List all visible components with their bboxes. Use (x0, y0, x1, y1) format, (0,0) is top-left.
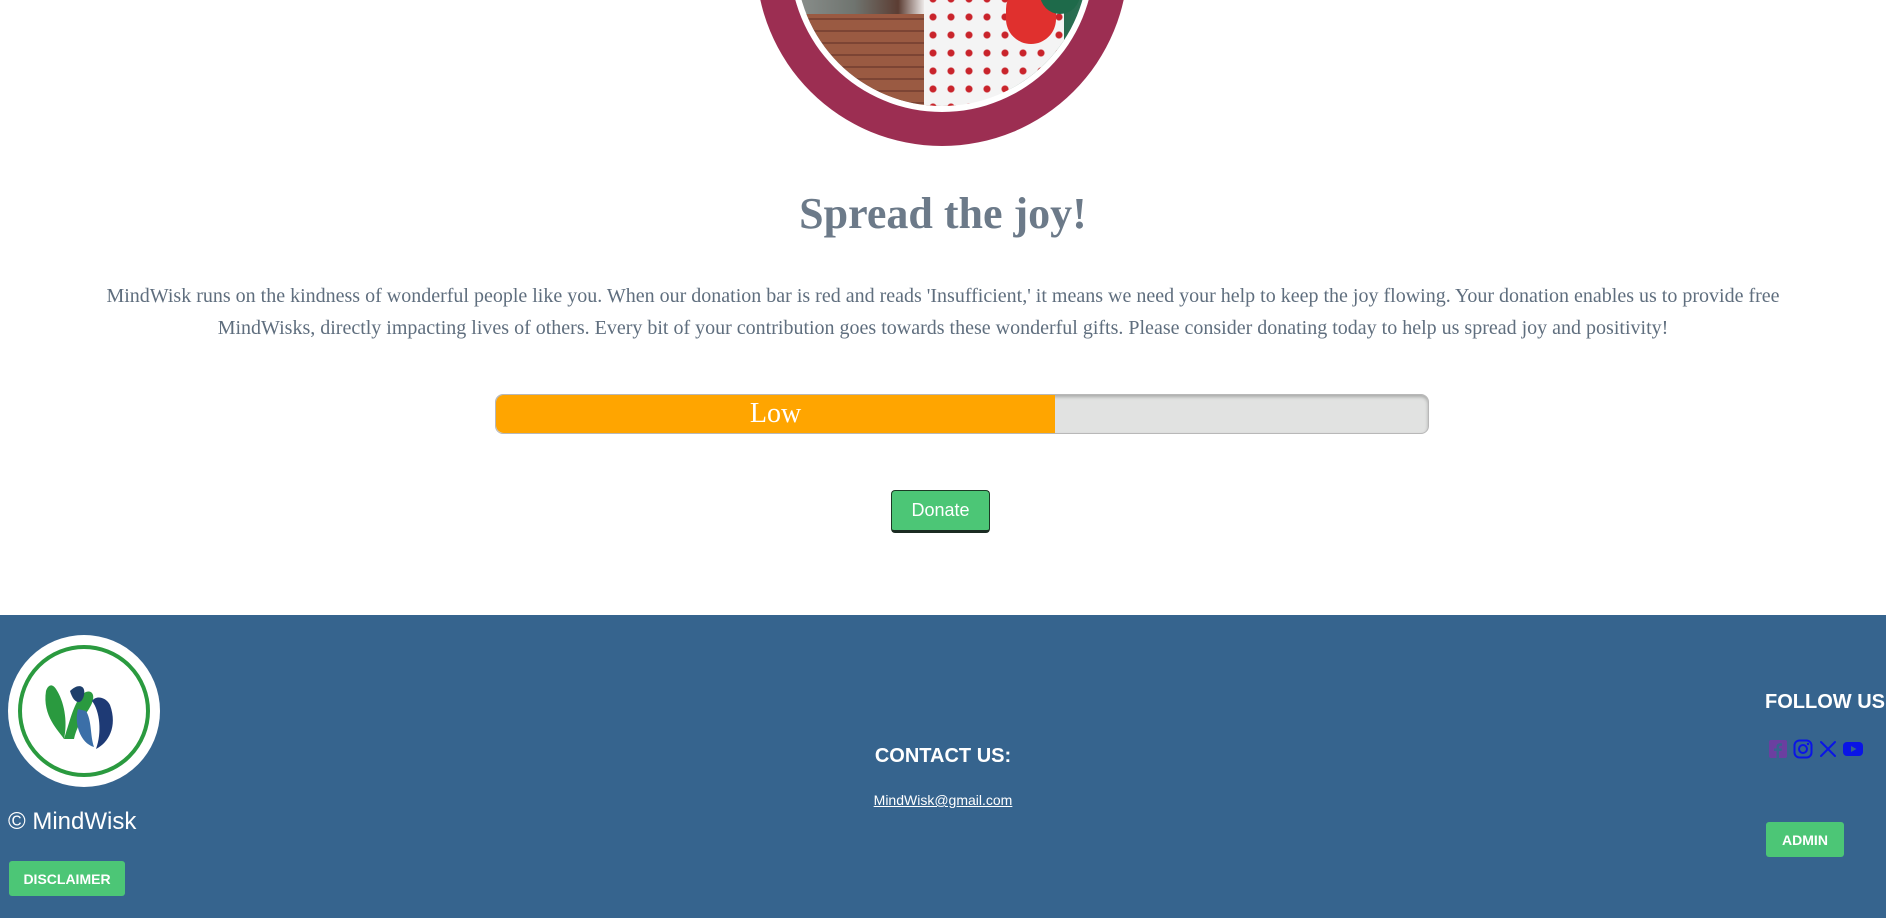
intro-paragraph: MindWisk runs on the kindness of wonderf… (106, 285, 1780, 339)
hero-photo (796, 0, 1088, 106)
facebook-icon[interactable] (1768, 739, 1788, 759)
hero-image-border (790, 0, 1094, 112)
donation-progress-fill: Low (496, 395, 1056, 433)
page-heading: Spread the joy! (799, 189, 1087, 238)
follow-us-title: FOLLOW US (1765, 691, 1885, 713)
contact-title: CONTACT US: (874, 745, 1012, 767)
instagram-icon[interactable] (1793, 739, 1813, 759)
x-icon[interactable] (1818, 739, 1838, 759)
hero-image-frame (756, 0, 1128, 146)
disclaimer-button[interactable]: DISCLAIMER (9, 861, 125, 896)
contact-email-link[interactable]: MindWisk@gmail.com (0, 792, 1886, 808)
youtube-icon[interactable] (1843, 739, 1863, 759)
donation-status-label: Low (749, 398, 802, 429)
donation-progress-bar: Low (495, 394, 1429, 434)
social-links (1768, 739, 1863, 759)
admin-button[interactable]: ADMIN (1766, 822, 1844, 857)
page: Spread the joy! MindWisk runs on the kin… (0, 0, 1886, 918)
donate-button[interactable]: Donate (891, 490, 990, 533)
copyright-text: © MindWisk (8, 808, 137, 835)
site-footer: © MindWisk DISCLAIMER CONTACT US: MindWi… (0, 615, 1886, 918)
